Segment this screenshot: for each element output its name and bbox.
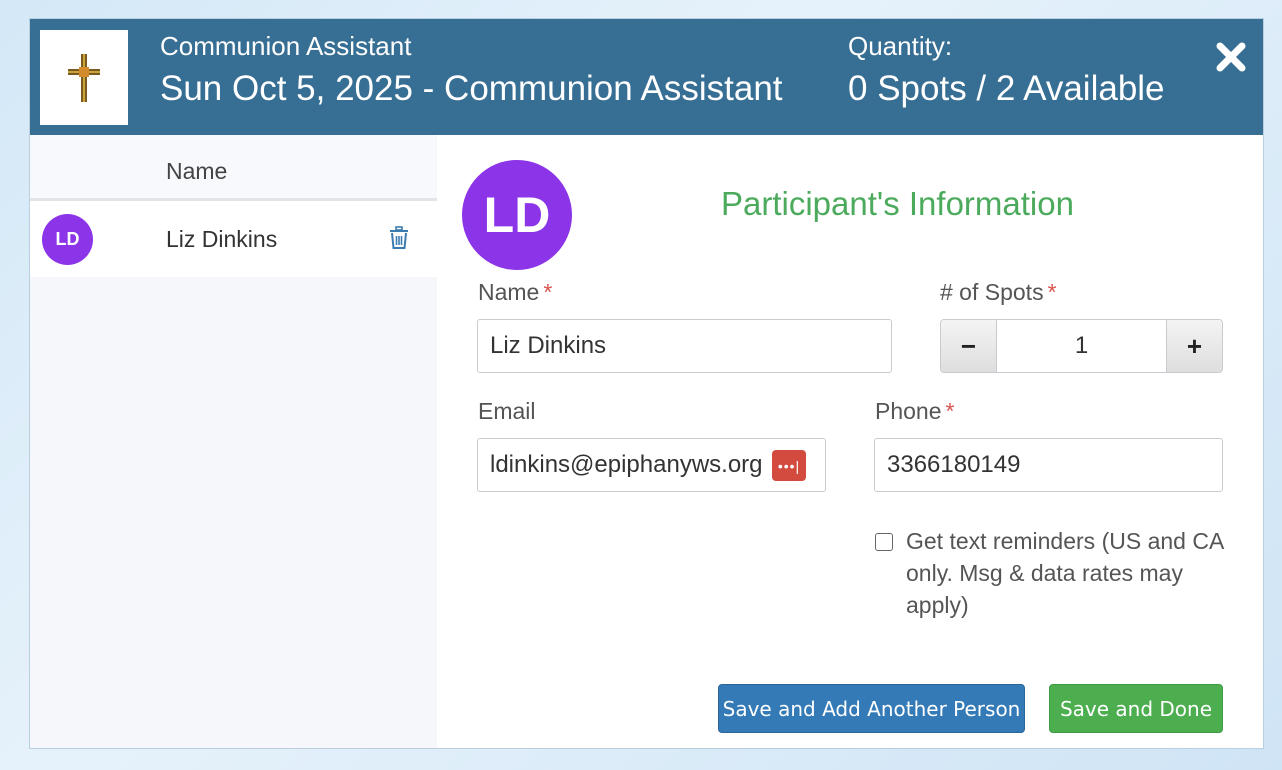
- save-and-add-button[interactable]: Save and Add Another Person: [718, 684, 1025, 733]
- spots-stepper: − 1 +: [940, 319, 1223, 373]
- email-value: ldinkins@epiphanyws.org: [490, 451, 763, 478]
- modal-title: Sun Oct 5, 2025 - Communion Assistant: [160, 69, 783, 108]
- name-label: Name *: [478, 279, 552, 306]
- name-label-text: Name: [478, 279, 540, 305]
- role-name: Communion Assistant: [160, 31, 412, 61]
- phone-label-text: Phone: [875, 398, 942, 424]
- modal-header: Communion Assistant Sun Oct 5, 2025 - Co…: [30, 19, 1263, 135]
- participant-avatar: LD: [462, 160, 572, 270]
- required-mark: *: [945, 398, 955, 424]
- email-field[interactable]: ldinkins@epiphanyws.org •••|: [477, 438, 826, 492]
- close-button[interactable]: [1213, 39, 1249, 75]
- quantity-value: 0 Spots / 2 Available: [848, 69, 1165, 108]
- participant-list: Name LD Liz Dinkins: [30, 135, 437, 748]
- quantity-label: Quantity:: [848, 31, 953, 61]
- spots-label: # of Spots *: [940, 279, 1057, 306]
- signup-modal: Communion Assistant Sun Oct 5, 2025 - Co…: [29, 18, 1264, 749]
- decrement-button[interactable]: −: [941, 320, 996, 372]
- text-reminders-checkbox[interactable]: [875, 533, 893, 551]
- name-column-header: Name: [166, 158, 228, 184]
- participant-form: LD Participant's Information Name * Liz D…: [437, 135, 1263, 748]
- name-field[interactable]: Liz Dinkins: [477, 319, 892, 373]
- cross-logo-icon: [68, 53, 100, 102]
- spots-input[interactable]: 1: [996, 320, 1167, 372]
- close-icon: [1216, 42, 1246, 72]
- avatar: LD: [42, 214, 93, 265]
- email-label: Email: [478, 398, 536, 424]
- save-and-done-button[interactable]: Save and Done: [1049, 684, 1223, 733]
- organization-logo: [40, 30, 128, 125]
- password-manager-icon[interactable]: •••|: [772, 450, 806, 481]
- section-title: Participant's Information: [721, 185, 1074, 222]
- participant-row[interactable]: LD Liz Dinkins: [30, 201, 437, 277]
- text-reminders-label[interactable]: Get text reminders (US and CA only. Msg …: [906, 525, 1236, 621]
- phone-field[interactable]: 3366180149: [874, 438, 1223, 492]
- spots-label-text: # of Spots: [940, 279, 1044, 305]
- participant-list-header: Name: [30, 135, 437, 201]
- phone-label: Phone *: [875, 398, 954, 425]
- required-mark: *: [543, 279, 553, 305]
- participant-name: Liz Dinkins: [166, 226, 278, 252]
- increment-button[interactable]: +: [1167, 320, 1222, 372]
- trash-icon: [390, 226, 408, 249]
- required-mark: *: [1047, 279, 1057, 305]
- delete-participant-button[interactable]: [388, 226, 410, 250]
